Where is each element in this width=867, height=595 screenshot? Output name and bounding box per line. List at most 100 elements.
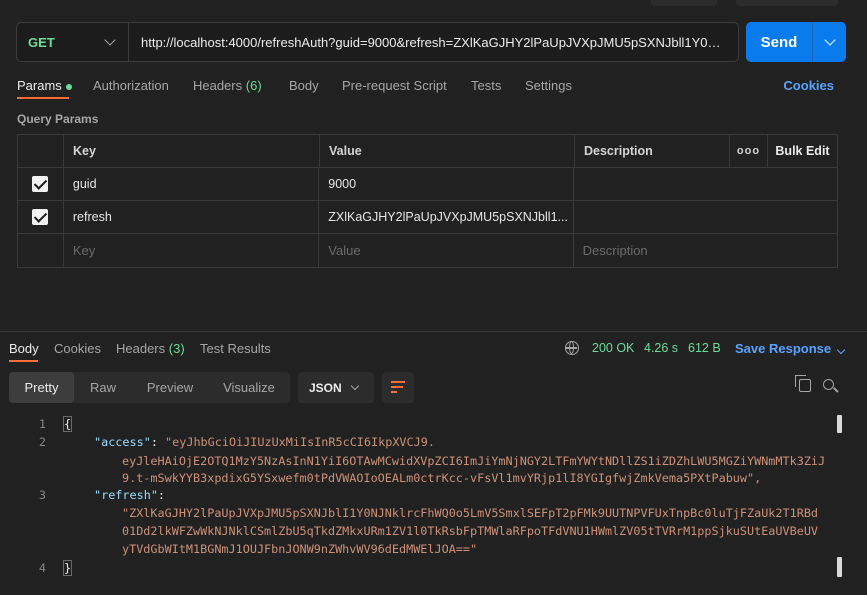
json-value-refresh: "ZXlKaGJHY2lPaUpJVXpJMU5pSXNJblI1Y0NJNkl… — [122, 506, 819, 520]
raw-button[interactable]: Raw — [74, 372, 132, 403]
param-value-input[interactable]: ZXlKaGJHY2lPaUpJVXpJMU5pSXNJbll1... — [319, 201, 574, 233]
param-key-input[interactable]: refresh — [64, 201, 320, 233]
tab-headers[interactable]: Headers (6) — [193, 78, 262, 93]
line-number: 4 — [38, 561, 46, 575]
wrap-lines-button[interactable] — [382, 372, 414, 403]
save-response-button[interactable]: Save Response — [735, 341, 846, 356]
table-row: refresh ZXlKaGJHY2lPaUpJVXpJMU5pSXNJbll1… — [18, 201, 837, 234]
tab-params[interactable]: Params — [17, 78, 72, 93]
chevron-down-icon — [823, 34, 836, 46]
chevron-down-icon — [836, 345, 846, 355]
new-description-input[interactable]: Description — [574, 234, 837, 267]
chevron-down-icon — [350, 381, 360, 390]
param-description-input[interactable] — [574, 168, 837, 200]
send-button[interactable]: Send — [746, 22, 846, 62]
json-key-access: "access" — [94, 435, 151, 449]
param-value-input[interactable]: 9000 — [319, 168, 574, 200]
row-checkbox[interactable] — [32, 176, 49, 192]
send-options-button[interactable] — [813, 34, 846, 46]
preview-button[interactable]: Preview — [132, 372, 208, 403]
method-select[interactable]: GET — [17, 23, 129, 61]
new-key-input[interactable]: Key — [64, 234, 320, 267]
wrap-icon-line — [391, 386, 403, 388]
header-checkbox-cell — [18, 135, 64, 167]
tab-params-label: Params — [17, 78, 62, 93]
code-line: "access": "eyJhbGciOiJIUzUxMiIsInR5cCI6I… — [94, 435, 435, 449]
response-size[interactable]: 612 B — [688, 341, 721, 355]
code-line: } — [62, 560, 73, 576]
open-brace: { — [62, 416, 73, 432]
row-checkbox-cell — [18, 168, 64, 200]
param-description-input[interactable] — [574, 201, 837, 233]
globe-icon[interactable] — [565, 341, 579, 355]
json-key-refresh: "refresh" — [94, 488, 158, 502]
resp-tab-test-results[interactable]: Test Results — [200, 341, 271, 356]
param-key-input[interactable]: guid — [64, 168, 320, 200]
request-bar: GET http://localhost:4000/refreshAuth?gu… — [16, 22, 739, 62]
row-checkbox-cell — [18, 201, 64, 233]
status-code[interactable]: 200 OK — [592, 341, 634, 355]
json-value-access-wrap: eyJleHAiOjE2OTQ1MzY5NzAsInN1YiI6OTAwMCwi… — [122, 454, 826, 485]
code-line: "refresh": — [94, 488, 166, 502]
json-value-refresh-wrap: yTVdGbWItM1BGNmJ1OUJFbnJONW9nZWhvWV96dEd… — [122, 542, 478, 556]
response-time[interactable]: 4.26 s — [644, 341, 678, 355]
editor-scrollbar[interactable] — [837, 557, 842, 577]
header-key: Key — [64, 135, 320, 167]
response-body-editor[interactable]: 1 2 3 4 { "access": "eyJhbGciOiJIUzUxMiI… — [0, 413, 850, 583]
table-header-row: Key Value Description ooo Bulk Edit — [18, 135, 837, 168]
tab-body[interactable]: Body — [289, 78, 319, 93]
line-number: 1 — [38, 417, 46, 431]
resp-tab-cookies[interactable]: Cookies — [54, 341, 101, 356]
code-line: yTVdGbWItM1BGNmJ1OUJFbnJONW9nZWhvWV96dEd… — [122, 542, 477, 556]
wrap-icon-line — [391, 381, 405, 383]
json-value-refresh-wrap: 01Dd2lkWFZwWkNJNklCSmlZbU5qTkdZMkxURm1ZV… — [122, 524, 819, 538]
tab-authorization[interactable]: Authorization — [93, 78, 169, 93]
search-icon[interactable] — [823, 379, 834, 390]
row-checkbox-cell — [18, 234, 64, 267]
resp-tab-headers-label: Headers — [116, 341, 166, 356]
code-line: 01Dd2lkWFZwWkNJNklCSmlZbU5qTkdZMkxURm1ZV… — [122, 524, 818, 538]
editor-scrollbar[interactable] — [837, 415, 842, 433]
query-params-table: Key Value Description ooo Bulk Edit guid… — [17, 134, 838, 268]
pretty-button[interactable]: Pretty — [9, 372, 74, 403]
code-line: { — [62, 416, 73, 432]
active-resp-tab-indicator — [9, 360, 38, 362]
url-input[interactable]: http://localhost:4000/refreshAuth?guid=9… — [129, 35, 738, 50]
save-response-label: Save Response — [735, 341, 832, 356]
tab-headers-count: (6) — [245, 78, 262, 93]
resp-tab-body[interactable]: Body — [9, 341, 39, 356]
toolbar-button-ghost[interactable] — [651, 0, 717, 6]
json-value-access: "eyJhbGciOiJIUzUxMiIsInR5cCI6IkpXVCJ9. — [165, 435, 435, 449]
tab-tests[interactable]: Tests — [471, 78, 501, 93]
new-value-input[interactable]: Value — [319, 234, 574, 267]
line-number: 3 — [38, 488, 46, 502]
cookies-link[interactable]: Cookies — [783, 78, 834, 93]
line-number: 2 — [38, 435, 46, 449]
close-brace: } — [62, 560, 73, 576]
chevron-down-icon — [104, 34, 116, 46]
visualize-button[interactable]: Visualize — [208, 372, 290, 403]
row-checkbox[interactable] — [32, 209, 49, 225]
active-tab-indicator — [17, 97, 69, 99]
top-toolbar-edge — [0, 0, 867, 8]
toolbar-button-ghost[interactable] — [736, 0, 838, 6]
code-line: "ZXlKaGJHY2lPaUpJVXpJMU5pSXNJblI1Y0NJNkl… — [122, 506, 818, 520]
header-value: Value — [320, 135, 575, 167]
wrap-icon-line — [391, 391, 397, 393]
code-line: eyJleHAiOjE2OTQ1MzY5NzAsInN1YiI6OTAwMCwi… — [122, 453, 832, 487]
table-row: guid 9000 — [18, 168, 837, 201]
pane-divider[interactable] — [0, 331, 867, 332]
copy-icon[interactable] — [795, 375, 811, 392]
send-label: Send — [760, 33, 798, 51]
table-row-empty: Key Value Description — [18, 234, 837, 267]
tab-pre-request-script[interactable]: Pre-request Script — [342, 78, 447, 93]
header-description: Description — [575, 135, 730, 167]
resp-tab-headers-count: (3) — [168, 341, 185, 356]
resp-tab-headers[interactable]: Headers (3) — [116, 341, 185, 356]
tab-settings[interactable]: Settings — [525, 78, 572, 93]
query-params-title: Query Params — [17, 112, 99, 126]
bulk-edit-button[interactable]: Bulk Edit — [768, 135, 837, 167]
format-select[interactable]: JSON — [298, 372, 374, 403]
params-active-dot — [65, 83, 72, 90]
more-options-button[interactable]: ooo — [730, 135, 768, 167]
